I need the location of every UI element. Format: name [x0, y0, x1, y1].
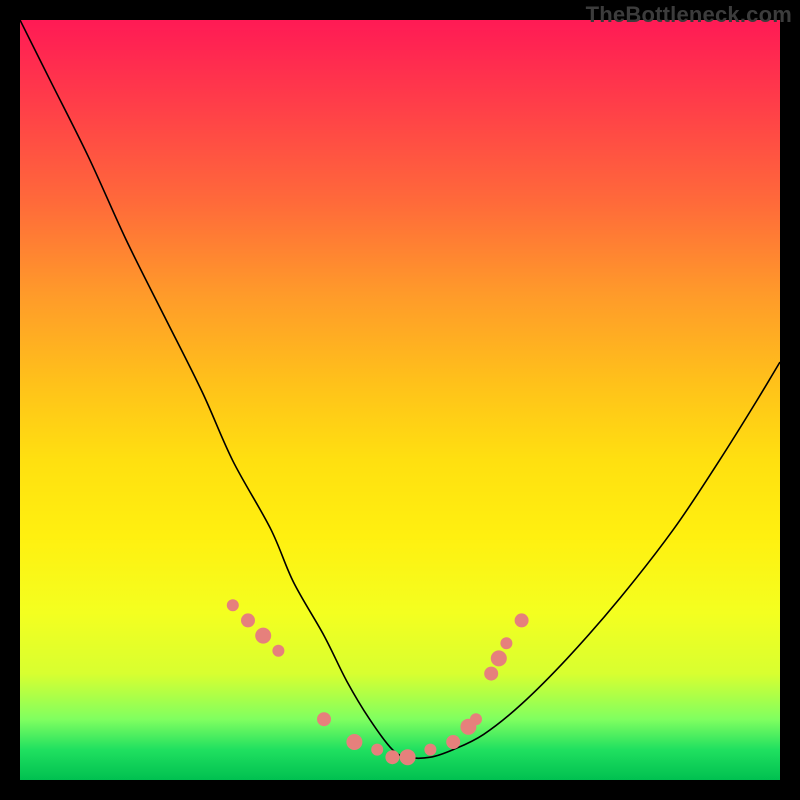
highlight-dot [446, 735, 460, 749]
bottleneck-curve [20, 20, 780, 758]
highlight-dot [491, 650, 507, 666]
plot-area [20, 20, 780, 780]
highlight-dot [470, 713, 482, 725]
highlight-dot [241, 613, 255, 627]
highlight-dot [515, 613, 529, 627]
highlight-dot [424, 744, 436, 756]
highlight-dot [484, 667, 498, 681]
highlight-dot [385, 750, 399, 764]
highlight-dot [317, 712, 331, 726]
highlight-dot [255, 628, 271, 644]
highlight-dot [346, 734, 362, 750]
chart-stage: TheBottleneck.com [0, 0, 800, 800]
highlight-dot [371, 744, 383, 756]
curve-layer [20, 20, 780, 780]
highlight-dot [272, 645, 284, 657]
highlight-dot [500, 637, 512, 649]
highlight-dot [400, 749, 416, 765]
watermark-text: TheBottleneck.com [586, 2, 792, 28]
highlight-dots-group [227, 599, 529, 765]
highlight-dot [227, 599, 239, 611]
